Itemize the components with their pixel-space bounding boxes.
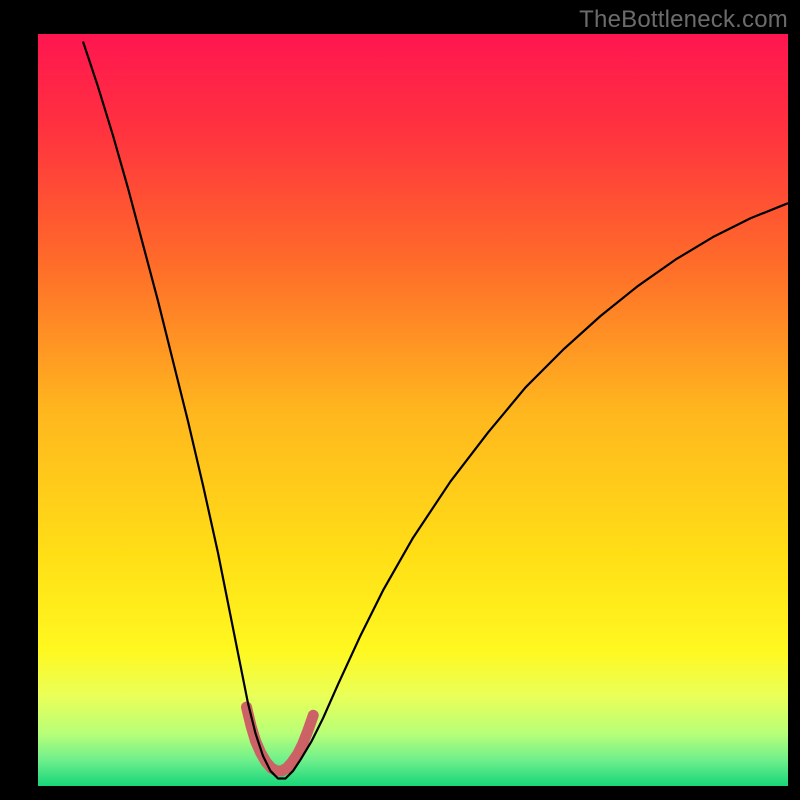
- chart-frame: TheBottleneck.com: [0, 0, 800, 800]
- chart-svg: [0, 0, 800, 800]
- plot-area: [38, 34, 788, 786]
- watermark-text: TheBottleneck.com: [579, 6, 788, 34]
